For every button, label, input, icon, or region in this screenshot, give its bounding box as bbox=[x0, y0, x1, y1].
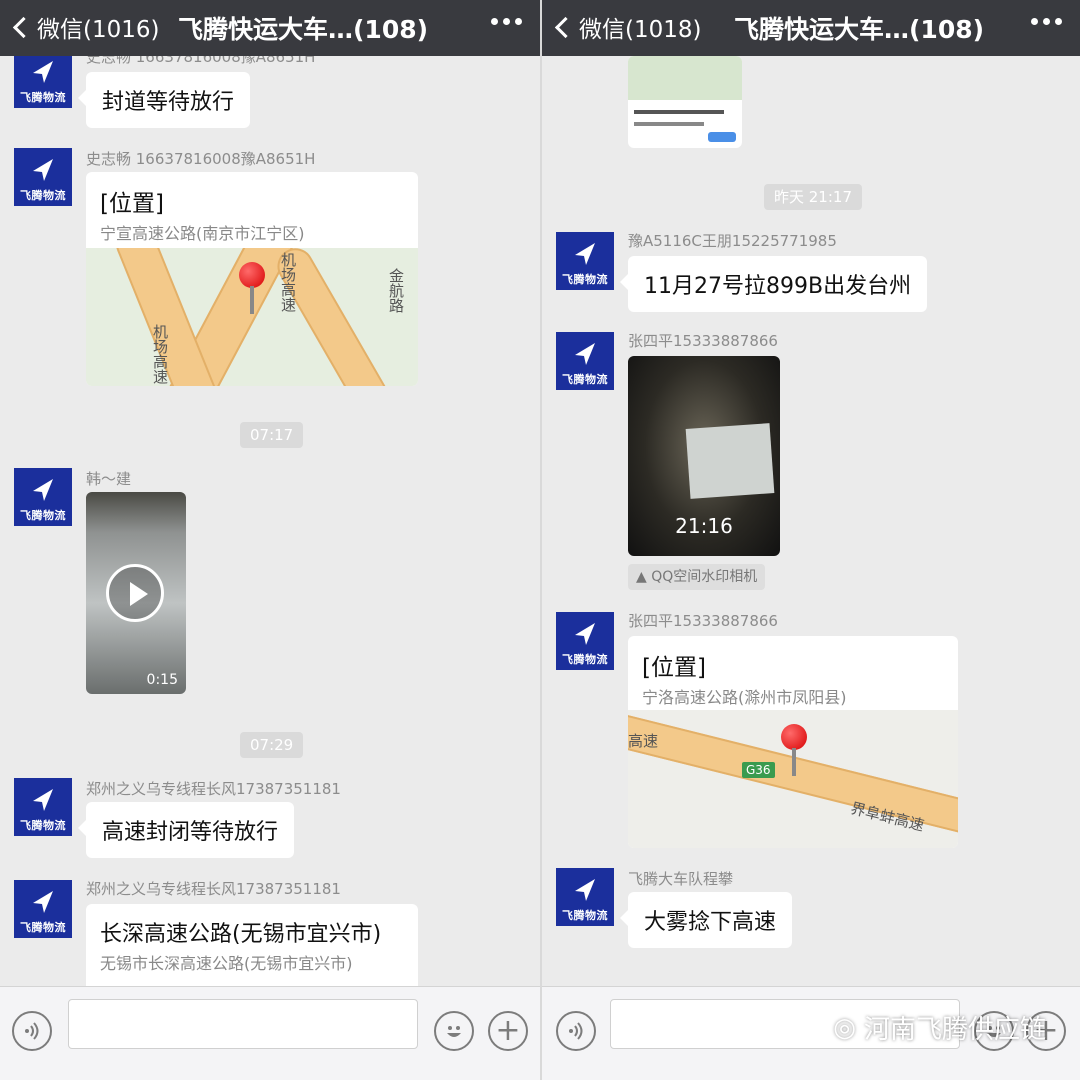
back-label: 微信(1018) bbox=[579, 17, 702, 43]
nav-bar: 微信(1016) 飞腾快运大车…(108) bbox=[0, 0, 540, 56]
location-title: 长深高速公路(无锡市宜兴市) bbox=[100, 922, 382, 947]
back-label: 微信(1016) bbox=[37, 17, 160, 43]
location-address: 宁洛高速公路(滁州市凤阳县) bbox=[642, 688, 847, 707]
avatar[interactable]: 飞腾物流 bbox=[14, 778, 72, 836]
photo-source: QQ空间水印相机 bbox=[651, 569, 758, 585]
chat-title: 飞腾快运大车…(108) bbox=[178, 15, 429, 44]
location-card[interactable]: [位置] 宁宣高速公路(南京市江宁区) 机场高速 机场高速 金航路 bbox=[86, 172, 418, 386]
message-list[interactable]: 昨天 21:17 飞腾物流 豫A5116C王朋15225771985 11月27… bbox=[542, 56, 1080, 986]
voice-icon[interactable] bbox=[556, 1011, 596, 1051]
highway-sign: G36 bbox=[742, 762, 775, 778]
chevron-left-icon bbox=[554, 16, 577, 38]
watermark: ◎ 河南飞腾供应链 bbox=[833, 1009, 1046, 1046]
location-map: 机场高速 机场高速 金航路 bbox=[86, 248, 418, 386]
video-duration: 0:15 bbox=[146, 672, 178, 688]
message-bubble[interactable]: 封道等待放行 bbox=[77, 72, 251, 128]
location-address: 宁宣高速公路(南京市江宁区) bbox=[100, 224, 305, 243]
video-thumbnail[interactable]: 0:15 bbox=[86, 492, 186, 694]
plane-logo-icon bbox=[575, 243, 595, 265]
avatar[interactable]: 飞腾物流 bbox=[556, 868, 614, 926]
map-label: 高速 bbox=[628, 732, 659, 750]
plus-icon[interactable]: + bbox=[488, 1011, 528, 1051]
location-card[interactable]: [位置] 宁洛高速公路(滁州市凤阳县) 高速 G36 界阜蚌高速 bbox=[628, 636, 958, 848]
photo-time: 21:16 bbox=[675, 514, 733, 538]
avatar[interactable]: 飞腾物流 bbox=[14, 56, 72, 108]
sender-name: 张四平15333887866 bbox=[628, 332, 778, 350]
sender-name: 飞腾大车队程攀 bbox=[628, 870, 734, 888]
timestamp: 07:17 bbox=[240, 422, 304, 448]
plane-logo-icon bbox=[575, 343, 595, 365]
avatar[interactable]: 飞腾物流 bbox=[14, 148, 72, 206]
input-bar: + bbox=[0, 986, 540, 1080]
more-icon[interactable] bbox=[491, 18, 522, 25]
back-button[interactable]: 微信(1016) bbox=[12, 12, 160, 43]
avatar[interactable]: 飞腾物流 bbox=[14, 468, 72, 526]
voice-icon[interactable] bbox=[12, 1011, 52, 1051]
avatar[interactable]: 飞腾物流 bbox=[556, 232, 614, 290]
sender-name: 韩～建 bbox=[86, 470, 132, 488]
avatar-brand: 飞腾物流 bbox=[562, 373, 608, 386]
back-button[interactable]: 微信(1018) bbox=[554, 12, 702, 43]
message-bubble[interactable]: 高速封闭等待放行 bbox=[77, 802, 295, 858]
map-label: 机场高速 bbox=[279, 252, 297, 312]
plane-logo-icon bbox=[33, 789, 53, 811]
chat-title: 飞腾快运大车…(108) bbox=[734, 15, 985, 44]
watermark-text: 河南飞腾供应链 bbox=[863, 1015, 1046, 1045]
plane-logo-icon bbox=[33, 479, 53, 501]
location-title: [位置] bbox=[642, 655, 706, 681]
location-address: 无锡市长深高速公路(无锡市宜兴市) bbox=[100, 954, 353, 973]
message-input[interactable] bbox=[68, 999, 418, 1049]
image-thumbnail[interactable] bbox=[628, 56, 742, 148]
chevron-left-icon bbox=[12, 16, 35, 38]
avatar-brand: 飞腾物流 bbox=[562, 273, 608, 286]
emoji-icon[interactable] bbox=[434, 1011, 474, 1051]
avatar-brand: 飞腾物流 bbox=[20, 819, 66, 832]
timestamp: 昨天 21:17 bbox=[764, 184, 862, 210]
location-title: [位置] bbox=[100, 191, 164, 217]
sender-name: 郑州之义乌专线程长风17387351181 bbox=[86, 780, 341, 798]
timestamp: 07:29 bbox=[240, 732, 304, 758]
map-pin-icon bbox=[781, 724, 807, 780]
photo-source-tag[interactable]: ▲ QQ空间水印相机 bbox=[628, 564, 766, 590]
message-bubble[interactable]: 大雾捻下高速 bbox=[619, 892, 793, 948]
camera-icon: ▲ bbox=[636, 569, 652, 585]
plane-logo-icon bbox=[33, 159, 53, 181]
location-map: 高速 G36 界阜蚌高速 bbox=[628, 710, 958, 848]
chat-window-left: 微信(1016) 飞腾快运大车…(108) 飞腾物流 史志畅 166378160… bbox=[0, 0, 540, 1080]
chat-window-right: 微信(1018) 飞腾快运大车…(108) 昨天 21:17 飞腾物流 豫A51… bbox=[540, 0, 1080, 1080]
sender-name: 史志畅 16637816008豫A8651H bbox=[86, 150, 316, 168]
avatar-brand: 飞腾物流 bbox=[562, 909, 608, 922]
plane-logo-icon bbox=[33, 891, 53, 913]
avatar-brand: 飞腾物流 bbox=[20, 921, 66, 934]
avatar-brand: 飞腾物流 bbox=[20, 509, 66, 522]
map-pin-icon bbox=[239, 262, 265, 318]
avatar[interactable]: 飞腾物流 bbox=[556, 332, 614, 390]
sender-name: 史志畅 16637816008豫A8651H bbox=[86, 56, 316, 66]
wechat-logo-icon: ◎ bbox=[833, 1012, 856, 1043]
photo-thumbnail[interactable]: 21:16 bbox=[628, 356, 780, 556]
plane-logo-icon bbox=[575, 879, 595, 901]
avatar[interactable]: 飞腾物流 bbox=[14, 880, 72, 938]
avatar-brand: 飞腾物流 bbox=[20, 91, 66, 104]
sender-name: 豫A5116C王朋15225771985 bbox=[628, 232, 837, 250]
nav-bar: 微信(1018) 飞腾快运大车…(108) bbox=[542, 0, 1080, 56]
play-icon[interactable] bbox=[106, 564, 164, 622]
plane-logo-icon bbox=[575, 623, 595, 645]
map-label: 金航路 bbox=[387, 268, 405, 313]
plane-logo-icon bbox=[33, 61, 53, 83]
avatar-brand: 飞腾物流 bbox=[20, 189, 66, 202]
message-list[interactable]: 飞腾物流 史志畅 16637816008豫A8651H 封道等待放行 飞腾物流 … bbox=[0, 56, 540, 986]
avatar[interactable]: 飞腾物流 bbox=[556, 612, 614, 670]
more-icon[interactable] bbox=[1031, 18, 1062, 25]
avatar-brand: 飞腾物流 bbox=[562, 653, 608, 666]
message-bubble[interactable]: 11月27号拉899B出发台州 bbox=[619, 256, 928, 312]
sender-name: 张四平15333887866 bbox=[628, 612, 778, 630]
sender-name: 郑州之义乌专线程长风17387351181 bbox=[86, 880, 341, 898]
location-card[interactable]: 长深高速公路(无锡市宜兴市) 无锡市长深高速公路(无锡市宜兴市) bbox=[86, 904, 418, 986]
map-label: 机场高速 bbox=[151, 324, 169, 384]
